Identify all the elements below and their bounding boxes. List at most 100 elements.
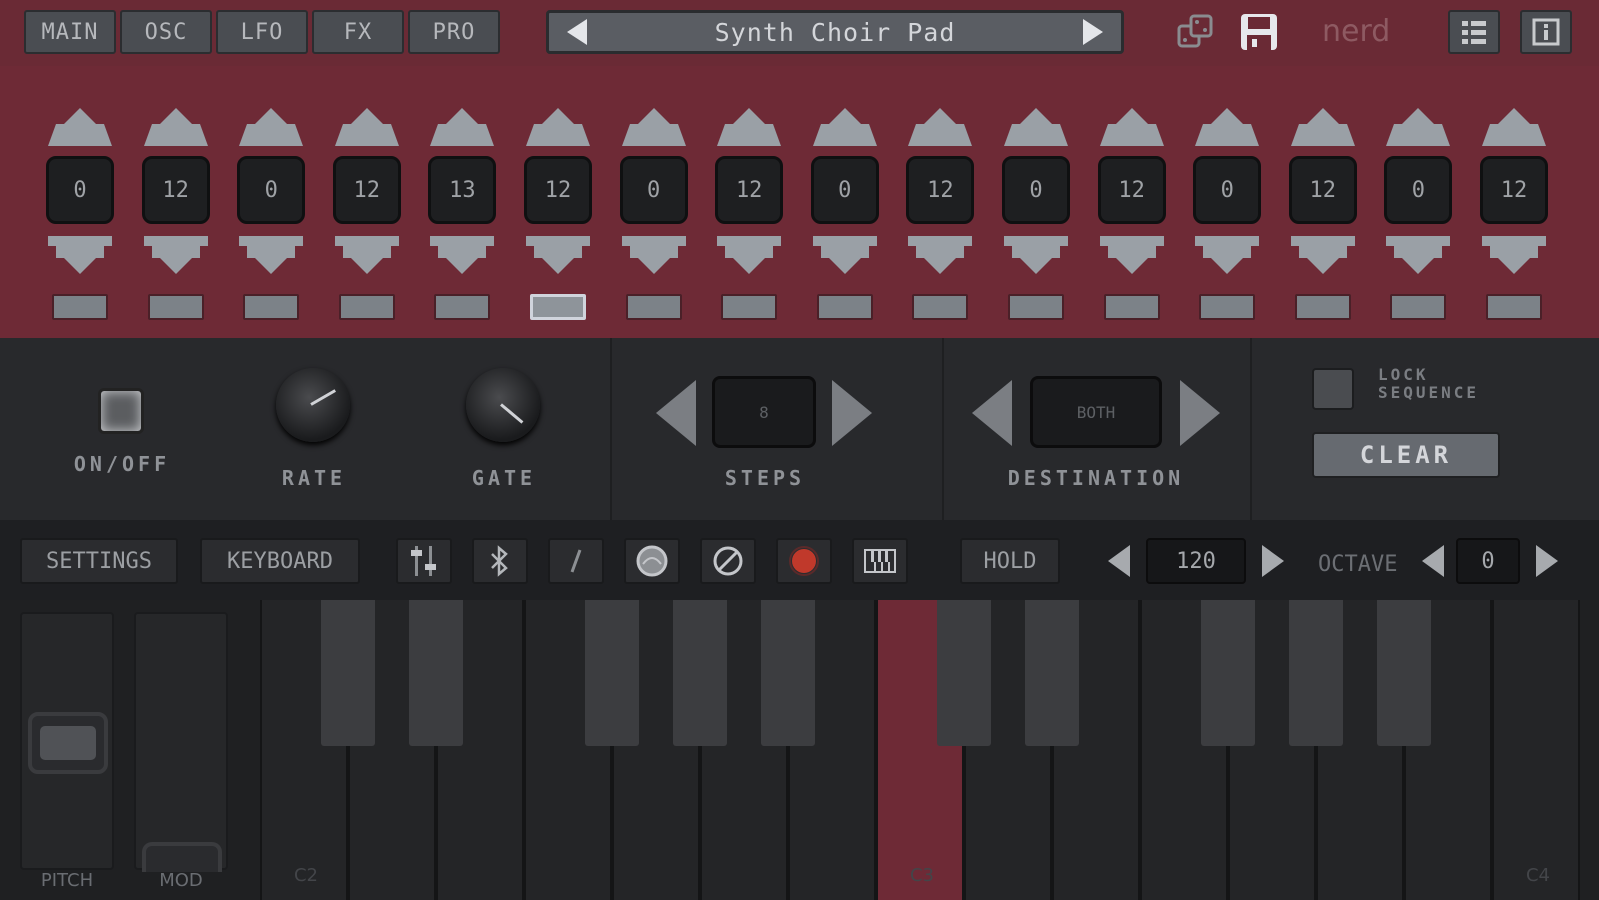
- clear-button[interactable]: CLEAR: [1312, 432, 1500, 478]
- step-value[interactable]: 0: [1002, 156, 1070, 224]
- black-key[interactable]: [761, 600, 815, 746]
- step-down-button[interactable]: [717, 234, 782, 276]
- preset-next-button[interactable]: [1083, 19, 1103, 45]
- keyboard-button[interactable]: KEYBOARD: [200, 538, 360, 584]
- step-down-button[interactable]: [621, 234, 686, 276]
- tempo-increase-button[interactable]: [1262, 545, 1284, 577]
- step-up-button[interactable]: [717, 106, 782, 148]
- onoff-toggle[interactable]: [98, 388, 144, 434]
- step-value[interactable]: 0: [1193, 156, 1262, 224]
- black-key[interactable]: [937, 600, 991, 746]
- black-key[interactable]: [585, 600, 639, 746]
- piano-button[interactable]: [852, 538, 908, 584]
- step-indicator[interactable]: [338, 294, 395, 320]
- step-up-button[interactable]: [1195, 106, 1260, 148]
- sliders-button[interactable]: [396, 538, 452, 584]
- step-indicator[interactable]: [530, 294, 586, 320]
- step-indicator[interactable]: [912, 294, 969, 320]
- step-value[interactable]: 12: [1288, 156, 1357, 224]
- step-indicator[interactable]: [625, 294, 682, 320]
- steps-increase-button[interactable]: [832, 380, 872, 446]
- preset-prev-button[interactable]: [567, 19, 587, 45]
- octave-decrease-button[interactable]: [1422, 545, 1444, 577]
- step-value[interactable]: 12: [906, 156, 975, 224]
- steps-decrease-button[interactable]: [656, 380, 696, 446]
- step-indicator[interactable]: [816, 294, 873, 320]
- tab-pro[interactable]: PRO: [408, 10, 500, 54]
- lock-sequence-checkbox[interactable]: [1312, 368, 1354, 410]
- info-button[interactable]: [1520, 10, 1572, 54]
- step-value[interactable]: 12: [715, 156, 784, 224]
- step-value[interactable]: 0: [1384, 156, 1453, 224]
- step-up-button[interactable]: [1004, 106, 1068, 148]
- step-down-button[interactable]: [1386, 234, 1451, 276]
- rate-knob[interactable]: [276, 368, 350, 442]
- step-indicator[interactable]: [434, 294, 491, 320]
- black-key[interactable]: [673, 600, 727, 746]
- white-key[interactable]: C4: [1492, 600, 1580, 900]
- step-up-button[interactable]: [143, 106, 208, 148]
- record-button[interactable]: [776, 538, 832, 584]
- step-up-button[interactable]: [1099, 106, 1164, 148]
- mod-wheel-handle[interactable]: [142, 842, 222, 872]
- pitch-wheel[interactable]: [20, 612, 114, 870]
- tempo-decrease-button[interactable]: [1108, 545, 1130, 577]
- step-up-button[interactable]: [1290, 106, 1355, 148]
- destination-next-button[interactable]: [1180, 380, 1220, 446]
- black-key[interactable]: [1025, 600, 1079, 746]
- floppy-disk-icon[interactable]: [1236, 12, 1282, 52]
- step-indicator[interactable]: [1294, 294, 1351, 320]
- tab-fx[interactable]: FX: [312, 10, 404, 54]
- step-down-button[interactable]: [239, 234, 304, 276]
- step-down-button[interactable]: [143, 234, 208, 276]
- step-value[interactable]: 0: [46, 156, 114, 224]
- step-indicator[interactable]: [1390, 294, 1447, 320]
- step-indicator[interactable]: [147, 294, 204, 320]
- step-down-button[interactable]: [908, 234, 973, 276]
- step-up-button[interactable]: [430, 106, 495, 148]
- step-down-button[interactable]: [1099, 234, 1164, 276]
- step-indicator[interactable]: [243, 294, 300, 320]
- tab-osc[interactable]: OSC: [120, 10, 212, 54]
- octave-increase-button[interactable]: [1536, 545, 1558, 577]
- step-value[interactable]: 12: [1480, 156, 1548, 224]
- tab-main[interactable]: MAIN: [24, 10, 116, 54]
- step-down-button[interactable]: [48, 234, 112, 276]
- step-value[interactable]: 0: [619, 156, 688, 224]
- black-key[interactable]: [1201, 600, 1255, 746]
- globe-button[interactable]: [624, 538, 680, 584]
- settings-button[interactable]: SETTINGS: [20, 538, 178, 584]
- step-value[interactable]: 12: [141, 156, 210, 224]
- step-down-button[interactable]: [1482, 234, 1546, 276]
- black-key[interactable]: [321, 600, 375, 746]
- step-indicator[interactable]: [1103, 294, 1160, 320]
- step-up-button[interactable]: [908, 106, 973, 148]
- step-up-button[interactable]: [334, 106, 399, 148]
- mod-wheel[interactable]: [134, 612, 228, 872]
- black-key[interactable]: [1289, 600, 1343, 746]
- list-button[interactable]: [1448, 10, 1500, 54]
- step-down-button[interactable]: [1195, 234, 1260, 276]
- step-up-button[interactable]: [812, 106, 877, 148]
- step-up-button[interactable]: [1482, 106, 1546, 148]
- bluetooth-button[interactable]: [472, 538, 528, 584]
- destination-prev-button[interactable]: [972, 380, 1012, 446]
- tab-lfo[interactable]: LFO: [216, 10, 308, 54]
- step-down-button[interactable]: [334, 234, 399, 276]
- step-value[interactable]: 13: [428, 156, 497, 224]
- step-down-button[interactable]: [812, 234, 877, 276]
- step-value[interactable]: 0: [810, 156, 879, 224]
- step-indicator[interactable]: [52, 294, 108, 320]
- black-key[interactable]: [1377, 600, 1431, 746]
- step-down-button[interactable]: [1004, 234, 1068, 276]
- step-value[interactable]: 0: [237, 156, 306, 224]
- step-up-button[interactable]: [1386, 106, 1451, 148]
- step-value[interactable]: 12: [332, 156, 401, 224]
- hold-button[interactable]: HOLD: [960, 538, 1060, 584]
- step-up-button[interactable]: [526, 106, 590, 148]
- step-up-button[interactable]: [48, 106, 112, 148]
- step-indicator[interactable]: [1199, 294, 1256, 320]
- panic-button[interactable]: [700, 538, 756, 584]
- step-indicator[interactable]: [721, 294, 778, 320]
- black-key[interactable]: [409, 600, 463, 746]
